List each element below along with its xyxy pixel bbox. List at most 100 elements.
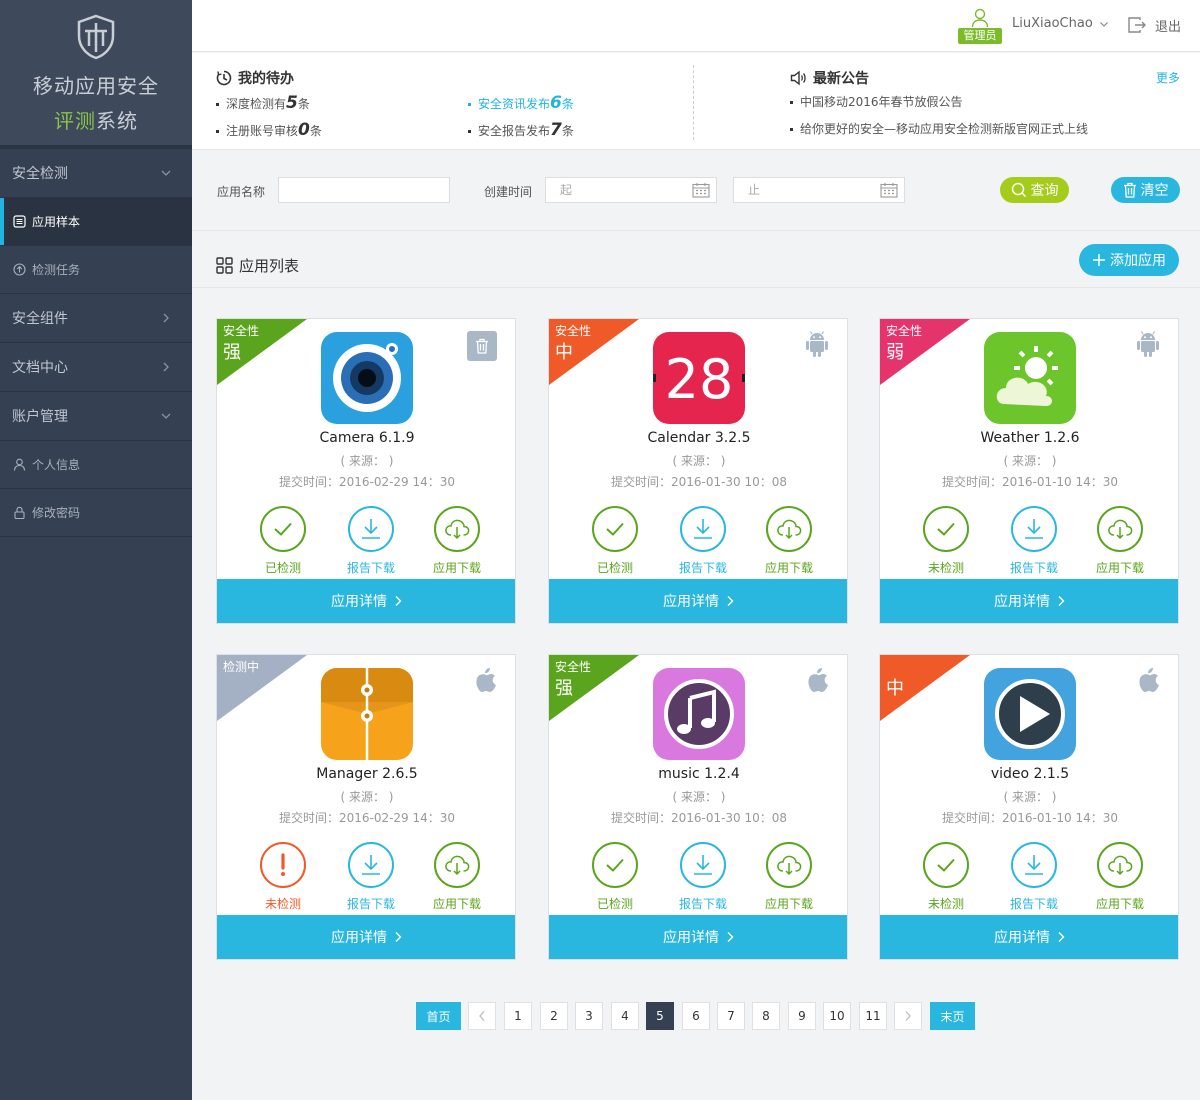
prev-page-button[interactable] — [468, 1002, 496, 1030]
start-date-input[interactable]: 起 — [545, 177, 717, 203]
ribbon-label: 安全性 — [223, 324, 260, 338]
app-icon[interactable] — [984, 332, 1076, 424]
page-number-button[interactable]: 4 — [611, 1002, 639, 1030]
security-ribbon: 检测中 — [217, 655, 307, 721]
user-menu[interactable]: LiuXiaoChao — [1012, 16, 1109, 31]
app-name-input[interactable] — [278, 177, 450, 203]
ribbon-label: 安全性 — [555, 324, 592, 338]
page-number-button[interactable]: 10 — [823, 1002, 851, 1030]
more-link[interactable]: 更多 — [1156, 69, 1180, 86]
app-icon[interactable] — [653, 668, 745, 760]
report-download-button[interactable]: 报告下载 — [999, 842, 1069, 912]
sidebar-item-security-components[interactable]: 安全组件 — [0, 294, 192, 343]
app-icon[interactable] — [984, 668, 1076, 760]
add-app-button[interactable]: 添加应用 — [1079, 244, 1179, 276]
announce-item[interactable]: 给你更好的安全—移动应用安全检测新版官网正式上线 — [790, 120, 1088, 137]
sidebar-item-profile[interactable]: 个人信息 — [0, 441, 192, 489]
submit-time: 提交时间：2016-02-29 14：30 — [278, 811, 456, 825]
security-ribbon: 安全性弱 — [880, 319, 970, 385]
app-card: 安全性弱 Weather 1.2.6 ( 来源： ) 提交时间：2016-01-10 … — [879, 318, 1179, 624]
check-status-button[interactable]: 已检测 — [248, 506, 318, 576]
page-number-button[interactable]: 7 — [717, 1002, 745, 1030]
platform-badge — [1136, 331, 1160, 361]
manager-app-icon — [321, 668, 413, 760]
app-download-button[interactable]: 应用下载 — [1085, 842, 1155, 912]
todo-item[interactable]: 注册账号审核0条 — [216, 120, 322, 140]
todo-item[interactable]: 安全报告发布7条 — [468, 120, 574, 140]
security-ribbon: 安全性强 — [217, 319, 307, 385]
page-number-button[interactable]: 8 — [752, 1002, 780, 1030]
page-number-button[interactable]: 2 — [540, 1002, 568, 1030]
sidebar-item-check-tasks[interactable]: 检测任务 — [0, 246, 192, 294]
report-download-button[interactable]: 报告下载 — [999, 506, 1069, 576]
next-page-button[interactable] — [894, 1002, 922, 1030]
app-detail-button[interactable]: 应用详情 — [880, 579, 1178, 623]
page-number-button[interactable]: 11 — [859, 1002, 887, 1030]
todo-item[interactable]: 安全资讯发布6条 — [468, 93, 574, 113]
create-time-label: 创建时间 — [484, 185, 533, 199]
app-icon[interactable]: 28 — [653, 332, 745, 424]
clear-button[interactable]: 清空 — [1111, 177, 1180, 203]
sidebar-item-docs[interactable]: 文档中心 — [0, 343, 192, 392]
report-download-button[interactable]: 报告下载 — [668, 842, 738, 912]
app-download-button[interactable]: 应用下载 — [422, 506, 492, 576]
app-name: video 2.1.5 — [990, 766, 1070, 782]
chevron-right-icon — [395, 932, 402, 942]
check-icon — [606, 858, 624, 872]
sidebar-item-security-check[interactable]: 安全检测 — [0, 149, 192, 198]
page-number-button[interactable]: 1 — [504, 1002, 532, 1030]
page-number-button[interactable]: 6 — [682, 1002, 710, 1030]
app-download-button[interactable]: 应用下载 — [1085, 506, 1155, 576]
last-page-button[interactable]: 末页 — [930, 1002, 975, 1030]
report-download-button[interactable]: 报告下载 — [668, 506, 738, 576]
check-status-button[interactable]: 未检测 — [911, 506, 981, 576]
app-download-label: 应用下载 — [432, 897, 481, 911]
app-download-button[interactable]: 应用下载 — [754, 506, 824, 576]
page-number-button[interactable]: 3 — [575, 1002, 603, 1030]
query-button[interactable]: 查询 — [1000, 177, 1069, 203]
app-detail-button[interactable]: 应用详情 — [549, 579, 847, 623]
end-date-input[interactable]: 止 — [733, 177, 905, 203]
user-icon — [12, 458, 26, 472]
first-page-button[interactable]: 首页 — [416, 1002, 461, 1030]
check-icon — [937, 858, 955, 872]
app-detail-button[interactable]: 应用详情 — [549, 915, 847, 959]
page-number-button[interactable]: 5 — [646, 1002, 674, 1030]
app-name: Weather 1.2.6 — [980, 430, 1080, 446]
check-status-button[interactable]: 未检测 — [248, 842, 318, 912]
app-source: ( 来源： ) — [1003, 454, 1057, 468]
search-icon — [1011, 182, 1026, 198]
ribbon-level: 强 — [555, 678, 573, 699]
sidebar-item-app-samples[interactable]: 应用样本 — [0, 198, 192, 246]
sidebar-item-change-password[interactable]: 修改密码 — [0, 489, 192, 537]
app-detail-button[interactable]: 应用详情 — [217, 915, 515, 959]
report-download-button[interactable]: 报告下载 — [336, 842, 406, 912]
app-icon[interactable] — [321, 332, 413, 424]
app-download-button[interactable]: 应用下载 — [422, 842, 492, 912]
timer-icon — [216, 70, 232, 86]
app-card: 安全性强 Camera 6.1.9 ( 来源： ) 提交时间：2016-02-29 1… — [216, 318, 516, 624]
apple-icon — [1139, 668, 1159, 692]
report-download-label: 报告下载 — [1009, 897, 1058, 911]
todo-item[interactable]: 深度检测有5条 — [216, 93, 310, 113]
check-status-button[interactable]: 未检测 — [911, 842, 981, 912]
app-detail-button[interactable]: 应用详情 — [880, 915, 1178, 959]
chevron-right-icon — [163, 313, 169, 323]
check-status-button[interactable]: 已检测 — [580, 506, 650, 576]
app-download-button[interactable]: 应用下载 — [754, 842, 824, 912]
page-number-button[interactable]: 9 — [788, 1002, 816, 1030]
logout-button[interactable]: 退出 — [1127, 15, 1181, 35]
sidebar-menu: 安全检测 应用样本 检测任务 安全组件 文档中心 账户管理 个人信息 修改密码 — [0, 146, 192, 537]
top-bar: 管理员 LiuXiaoChao 退出 — [192, 0, 1200, 52]
app-icon[interactable] — [321, 668, 413, 760]
list-header: 应用列表 添加应用 — [192, 232, 1200, 288]
logo: 移动应用安全 评测系统 — [0, 0, 192, 146]
report-download-icon — [362, 519, 380, 539]
announce-item[interactable]: 中国移动2016年春节放假公告 — [790, 93, 963, 110]
app-detail-button[interactable]: 应用详情 — [217, 579, 515, 623]
security-ribbon: 安全性中 — [549, 319, 639, 385]
sidebar-item-account[interactable]: 账户管理 — [0, 392, 192, 441]
report-download-button[interactable]: 报告下载 — [336, 506, 406, 576]
check-status-button[interactable]: 已检测 — [580, 842, 650, 912]
delete-button[interactable] — [467, 331, 497, 361]
